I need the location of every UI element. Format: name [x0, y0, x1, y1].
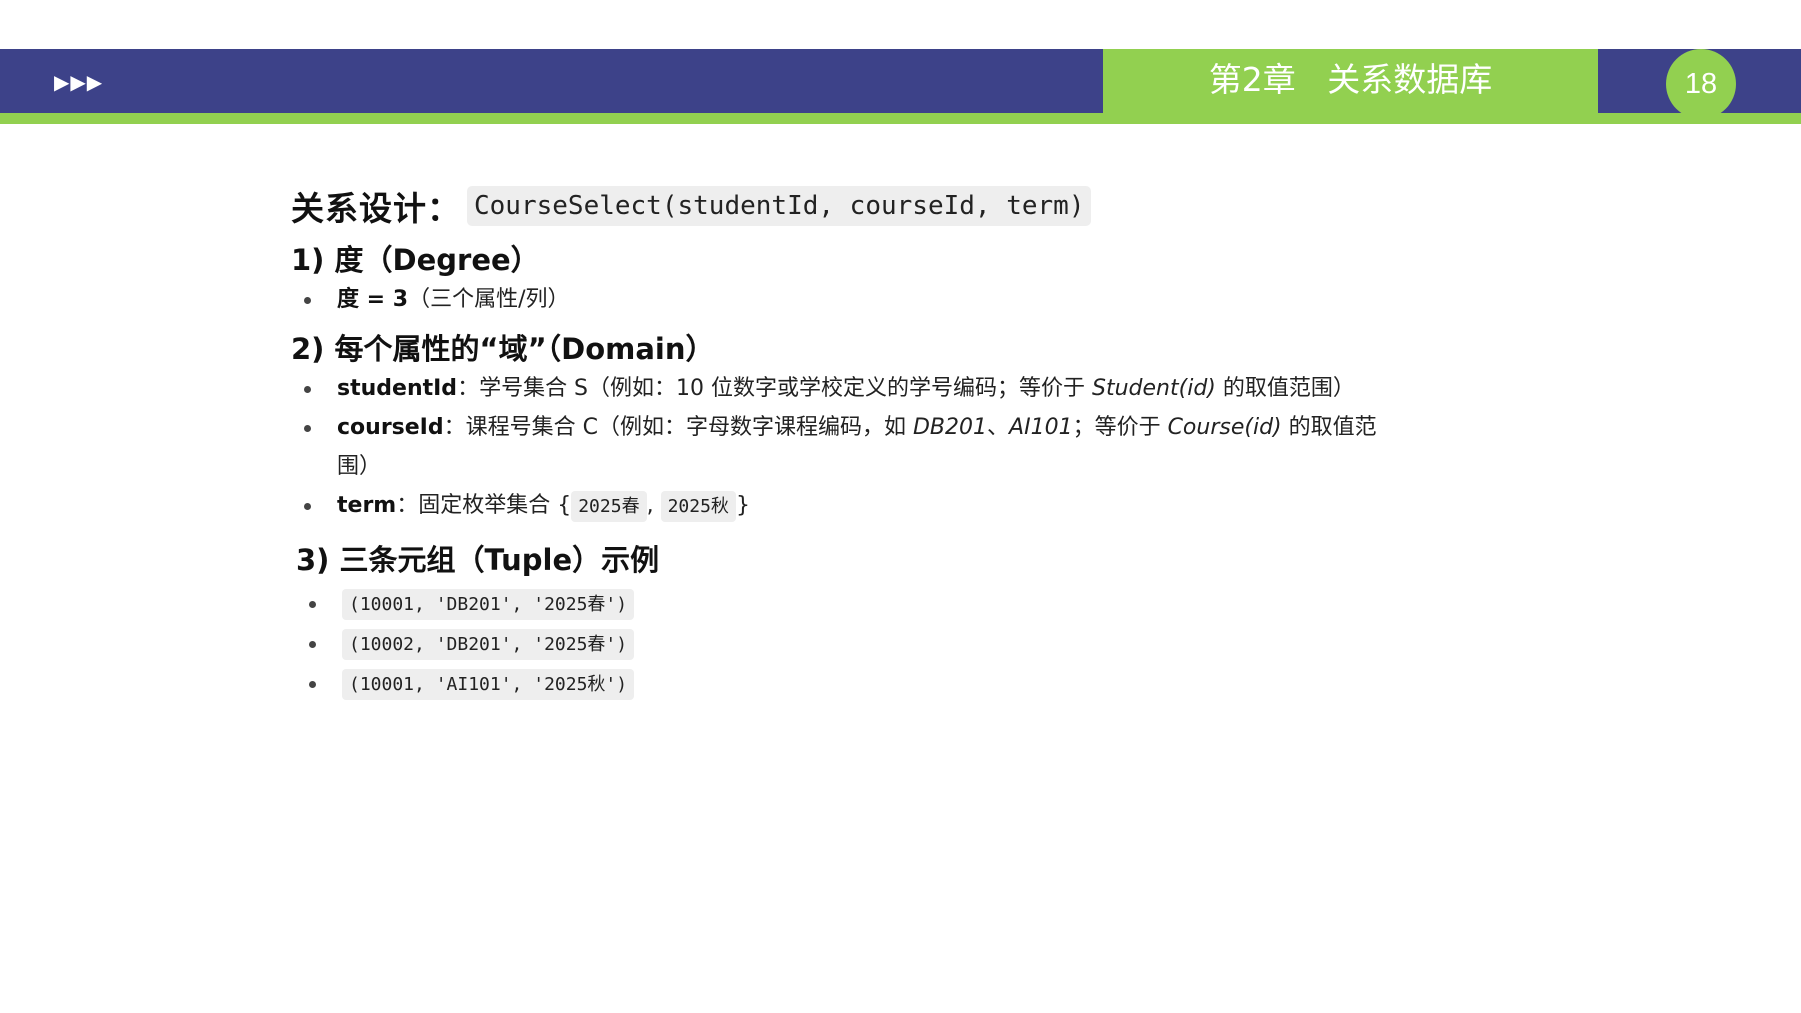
attr-example: DB201	[912, 415, 988, 440]
domain-list: studentId：学号集合 S（例如：10 位数字或学校定义的学号编码；等价于…	[291, 369, 1391, 526]
tuple-code: (10002, 'DB201', '2025春')	[342, 629, 635, 660]
arrows-icon: ▶▶▶	[54, 70, 104, 94]
attr-desc: ；等价于	[1072, 415, 1168, 440]
tuple-list: (10001, 'DB201', '2025春') (10002, 'DB201…	[296, 584, 1391, 704]
list-item-studentid: studentId：学号集合 S（例如：10 位数字或学校定义的学号编码；等价于…	[291, 369, 1391, 408]
degree-list: 度 = 3（三个属性/列）	[291, 280, 1391, 319]
attr-desc: ：固定枚举集合 {	[396, 493, 572, 518]
attr-ref: Course(id)	[1167, 415, 1282, 440]
term-value-code: 2025春	[571, 491, 647, 522]
chapter-title: 第2章 关系数据库	[1208, 59, 1493, 99]
title-code: CourseSelect(studentId, courseId, term)	[467, 186, 1092, 226]
relation-design-title: 关系设计： CourseSelect(studentId, courseId, …	[291, 178, 1391, 234]
attr-ref: Student(id)	[1092, 376, 1216, 401]
attr-sep: 、	[987, 415, 1010, 440]
page-number-badge: 18	[1666, 49, 1736, 119]
attr-desc: ：课程号集合 C（例如：字母数字课程编码，如	[443, 415, 913, 440]
attr-name: courseId	[337, 415, 444, 440]
degree-note: （三个属性/列）	[408, 287, 570, 312]
header-navy-band	[0, 49, 1103, 113]
attr-name: studentId	[337, 376, 458, 401]
tuple-code: (10001, 'AI101', '2025秋')	[342, 669, 635, 700]
title-label: 关系设计：	[291, 189, 461, 228]
section-tuple-heading: 3) 三条元组（Tuple）示例	[296, 543, 660, 577]
section-domain-heading: 2) 每个属性的“域”（Domain）	[291, 332, 715, 366]
list-item-term: term：固定枚举集合 {2025春, 2025秋}	[291, 486, 1391, 526]
attr-sep: ,	[646, 493, 661, 518]
list-item-courseid: courseId：课程号集合 C（例如：字母数字课程编码，如 DB201、AI1…	[291, 408, 1391, 486]
attr-name: term	[337, 493, 397, 518]
list-item: (10001, 'DB201', '2025春')	[296, 584, 1391, 624]
tuple-code: (10001, 'DB201', '2025春')	[342, 589, 635, 620]
list-item: (10002, 'DB201', '2025春')	[296, 624, 1391, 664]
degree-value: 度 = 3	[337, 287, 409, 312]
term-value-code: 2025秋	[660, 491, 736, 522]
attr-desc: ：学号集合 S（例如：10 位数字或学校定义的学号编码；等价于	[457, 376, 1093, 401]
list-item: (10001, 'AI101', '2025秋')	[296, 664, 1391, 704]
section-degree-heading: 1) 度（Degree）	[291, 243, 540, 277]
slide-content: 关系设计： CourseSelect(studentId, courseId, …	[291, 178, 1391, 704]
attr-example: AI101	[1009, 415, 1073, 440]
attr-desc-end: }	[735, 493, 750, 518]
attr-desc-end: 的取值范围）	[1215, 376, 1355, 401]
list-item: 度 = 3（三个属性/列）	[291, 280, 1391, 319]
